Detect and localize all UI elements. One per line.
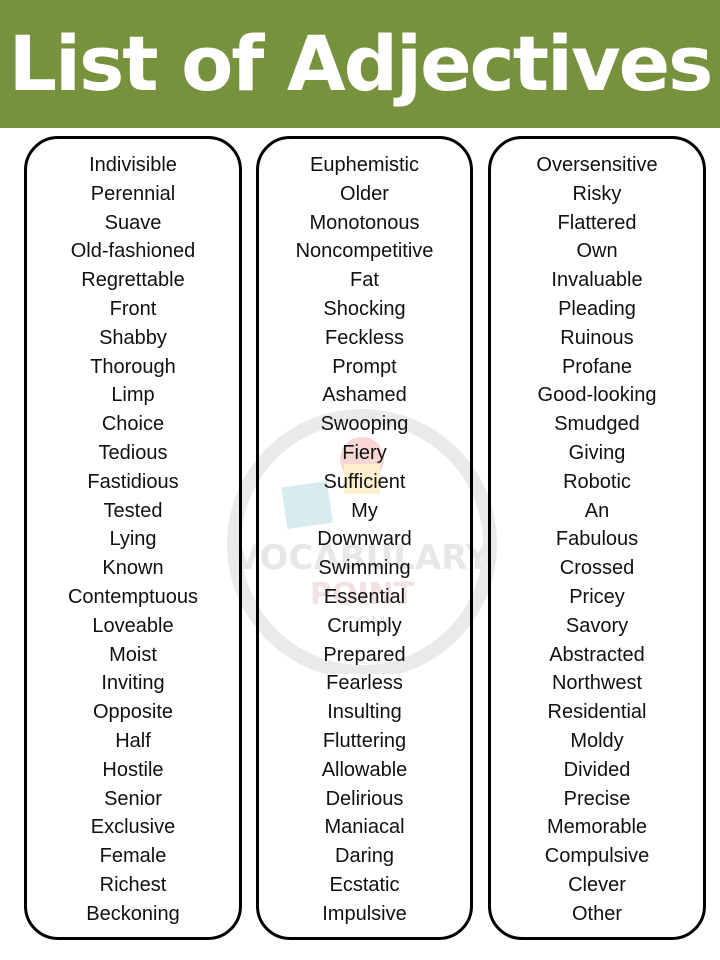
adjective-item: Fat	[350, 269, 379, 292]
adjective-item: Insulting	[327, 701, 402, 724]
adjective-item: Risky	[572, 182, 622, 205]
adjective-item: My	[351, 499, 378, 522]
adjective-item: Precise	[563, 787, 631, 810]
adjective-item: Swimming	[318, 557, 411, 580]
adjective-item: Known	[102, 557, 164, 580]
adjective-item: Regrettable	[81, 269, 185, 292]
adjective-item: Pricey	[569, 585, 625, 608]
adjective-item: Fiery	[342, 441, 387, 464]
adjective-item: Feckless	[325, 326, 404, 349]
adjective-item: Ecstatic	[329, 873, 400, 896]
adjective-item: Essential	[323, 585, 406, 608]
adjective-item: Moldy	[570, 729, 624, 752]
adjective-item: Shocking	[323, 297, 406, 320]
adjective-item: Tedious	[98, 441, 168, 464]
adjective-item: An	[584, 499, 610, 522]
adjective-item: Fabulous	[555, 528, 639, 551]
adjective-item: Compulsive	[544, 845, 650, 868]
adjective-item: Giving	[568, 441, 626, 464]
adjective-item: Contemptuous	[67, 585, 199, 608]
adjective-item: Crumply	[327, 614, 402, 637]
adjective-item: Beckoning	[86, 902, 180, 925]
adjective-item: Other	[571, 902, 623, 925]
word-list-3: Oversensitive Risky Flattered Own Invaluable…	[491, 151, 703, 929]
adjective-item: Indivisible	[89, 154, 177, 176]
adjective-item: Oversensitive	[536, 154, 658, 176]
adjective-item: Own	[576, 240, 618, 263]
page-title: List of Adjectives	[8, 19, 714, 108]
word-column-1: Indivisible Perennial Suave Old-fashioned Re…	[24, 136, 242, 940]
adjective-item: Residential	[547, 701, 647, 724]
adjective-item: Daring	[335, 845, 394, 868]
adjective-item: Delirious	[325, 787, 404, 810]
adjective-item: Half	[115, 729, 151, 752]
adjective-item: Ruinous	[560, 326, 634, 349]
adjective-item: Abstracted	[549, 643, 645, 666]
adjective-item: Exclusive	[90, 816, 176, 839]
adjective-item: Good-looking	[537, 384, 657, 407]
adjective-item: Sufficient	[323, 470, 406, 493]
word-column-2: Euphemistic Older Monotonous Noncompetitive…	[256, 136, 473, 940]
adjective-item: Choice	[101, 413, 165, 436]
adjective-item: Ashamed	[322, 384, 407, 407]
adjective-item: Swooping	[320, 413, 409, 436]
adjective-item: Flattered	[557, 211, 637, 234]
adjective-item: Impulsive	[322, 902, 407, 925]
adjective-item: Suave	[104, 211, 162, 234]
adjective-item: Shabby	[99, 326, 167, 349]
adjective-item: Fearless	[326, 672, 403, 695]
adjective-item: Allowable	[321, 758, 408, 781]
adjective-item: Memorable	[546, 816, 648, 839]
adjective-item: Invaluable	[551, 269, 643, 292]
adjective-item: Northwest	[551, 672, 643, 695]
adjective-item: Front	[109, 297, 157, 320]
adjective-item: Robotic	[563, 470, 631, 493]
word-list-1: Indivisible Perennial Suave Old-fashioned Re…	[27, 151, 239, 929]
adjective-item: Old-fashioned	[70, 240, 196, 263]
adjective-item: Noncompetitive	[295, 240, 434, 263]
adjective-item: Maniacal	[324, 816, 405, 839]
adjective-item: Perennial	[90, 182, 176, 205]
adjective-item: Thorough	[90, 355, 176, 378]
adjective-item: Hostile	[102, 758, 164, 781]
adjective-item: Prepared	[323, 643, 406, 666]
adjective-item: Clever	[568, 873, 626, 896]
adjective-item: Opposite	[92, 701, 174, 724]
adjective-item: Tested	[103, 499, 163, 522]
adjective-item: Monotonous	[309, 211, 420, 234]
adjective-item: Lying	[109, 528, 157, 551]
adjective-item: Pleading	[558, 297, 636, 320]
word-list-2: Euphemistic Older Monotonous Noncompetitive…	[259, 151, 470, 929]
adjective-item: Richest	[99, 873, 167, 896]
adjective-item: Savory	[565, 614, 629, 637]
adjective-item: Profane	[561, 355, 633, 378]
word-column-3: Oversensitive Risky Flattered Own Invaluable…	[488, 136, 706, 940]
adjective-item: Female	[99, 845, 167, 868]
adjective-item: Limp	[111, 384, 155, 407]
adjective-item: Downward	[317, 528, 412, 551]
adjective-item: Fluttering	[322, 729, 407, 752]
adjective-item: Prompt	[332, 355, 397, 378]
adjective-item: Divided	[563, 758, 631, 781]
adjective-item: Crossed	[559, 557, 635, 580]
adjective-item: Euphemistic	[310, 154, 419, 176]
adjective-item: Smudged	[554, 413, 640, 436]
title-banner: List of Adjectives	[0, 0, 720, 128]
adjective-item: Senior	[104, 787, 162, 810]
adjective-item: Older	[340, 182, 389, 205]
adjective-item: Fastidious	[87, 470, 179, 493]
adjective-item: Inviting	[101, 672, 165, 695]
adjective-item: Moist	[109, 643, 157, 666]
adjective-item: Loveable	[92, 614, 174, 637]
